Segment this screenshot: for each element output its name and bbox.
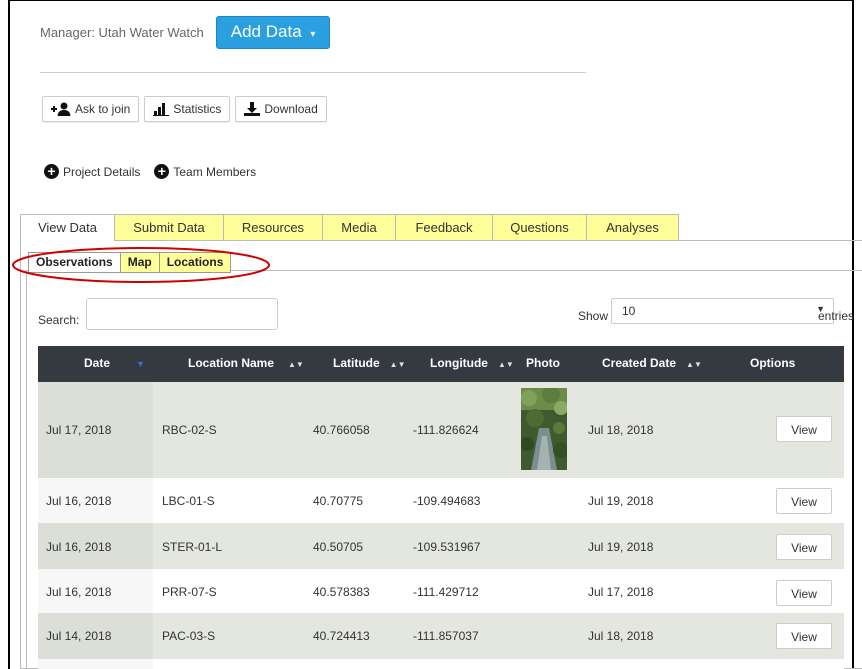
ask-to-join-label: Ask to join	[75, 102, 131, 116]
team-members-label: Team Members	[173, 164, 257, 179]
sort-icon: ▲▼	[389, 360, 406, 369]
manager-label: Manager: Utah Water Watch	[40, 25, 204, 40]
sort-icon: ▲▼	[686, 360, 702, 369]
col-date-label: Date	[84, 356, 111, 370]
ask-to-join-button[interactable]: Ask to join	[42, 96, 140, 122]
annotation-ellipse	[12, 247, 270, 283]
row-longitude: -109.531967	[413, 540, 481, 554]
row-date: Jul 16, 2018	[46, 494, 112, 508]
row-location: LBC-01-S	[162, 494, 215, 508]
download-button[interactable]: Download	[235, 96, 327, 122]
row-created-date: Jul 18, 2018	[588, 629, 654, 643]
tab-questions[interactable]: Questions	[492, 214, 587, 240]
row-location: PAC-03-S	[162, 629, 216, 643]
col-created-date[interactable]: Created Date ▲▼	[602, 346, 702, 382]
table-row: Jul 16, 2018 LBC-01-S 40.70775 -109.4946…	[38, 478, 844, 523]
tab-submit-data[interactable]: Submit Data	[114, 214, 224, 240]
tab-analyses[interactable]: Analyses	[586, 214, 679, 240]
row-latitude: 40.70775	[313, 494, 364, 508]
sort-icon: ▲▼	[497, 360, 514, 369]
divider	[40, 72, 586, 73]
sort-icon: ▲▼	[288, 360, 304, 369]
download-label: Download	[264, 102, 318, 116]
project-links: + Project Details + Team Members	[44, 164, 256, 179]
caret-down-icon: ▾	[310, 29, 316, 40]
bar-chart-icon	[153, 102, 170, 116]
table-row: Jul 16, 2018 STER-01-L 40.50705 -109.531…	[38, 523, 844, 569]
view-button[interactable]: View	[776, 416, 832, 442]
add-data-button[interactable]: Add Data ▾	[215, 16, 331, 49]
search-input[interactable]	[86, 298, 278, 330]
row-longitude: -111.826624	[413, 423, 479, 437]
row-location: PRR-07-S	[162, 585, 217, 599]
download-icon	[244, 102, 261, 116]
plus-circle-icon: +	[44, 164, 59, 179]
date-cell	[38, 659, 153, 669]
table-row	[38, 659, 844, 669]
table-row: Jul 17, 2018 RBC-02-S 40.766058 -111.826…	[38, 382, 844, 478]
search-label: Search:	[38, 313, 80, 327]
row-created-date: Jul 18, 2018	[588, 423, 654, 437]
col-latitude-label: Latitude	[333, 356, 380, 370]
project-details-link[interactable]: + Project Details	[44, 164, 140, 179]
row-created-date: Jul 19, 2018	[588, 494, 654, 508]
col-location-name[interactable]: Location Name ▲▼	[188, 346, 304, 382]
tab-media[interactable]: Media	[322, 214, 396, 240]
toolbar: Ask to join Statistics Download	[42, 96, 327, 122]
view-button[interactable]: View	[776, 488, 832, 514]
entries-select-value: 10	[622, 304, 636, 318]
row-latitude: 40.50705	[313, 540, 364, 554]
col-options: Options	[750, 356, 796, 370]
table-row: Jul 16, 2018 PRR-07-S 40.578383 -111.429…	[38, 569, 844, 613]
team-members-link[interactable]: + Team Members	[154, 164, 256, 179]
row-date: Jul 17, 2018	[46, 423, 112, 437]
row-location: RBC-02-S	[162, 423, 217, 437]
row-longitude: -111.857037	[413, 629, 479, 643]
statistics-label: Statistics	[173, 102, 222, 116]
row-created-date: Jul 19, 2018	[588, 540, 654, 554]
main-tabs: View Data Submit Data Resources Media Fe…	[20, 214, 679, 241]
row-location: STER-01-L	[162, 540, 223, 554]
manager-row: Manager: Utah Water Watch Add Data ▾	[40, 16, 331, 49]
col-photo: Photo	[526, 356, 560, 370]
sort-desc-icon: ▼	[136, 359, 145, 369]
row-longitude: -111.429712	[413, 585, 479, 599]
tab-view-data[interactable]: View Data	[20, 214, 115, 241]
tab-feedback[interactable]: Feedback	[395, 214, 493, 240]
observation-photo[interactable]	[521, 388, 567, 470]
project-details-label: Project Details	[63, 164, 141, 179]
entries-select[interactable]: 10 ▼	[611, 298, 834, 324]
row-date: Jul 16, 2018	[46, 585, 112, 599]
row-date: Jul 14, 2018	[46, 629, 112, 643]
entries-label: entries	[818, 309, 855, 323]
table-row: Jul 14, 2018 PAC-03-S 40.724413 -111.857…	[38, 613, 844, 659]
statistics-button[interactable]: Statistics	[144, 96, 231, 122]
table-header: Date ▼ Location Name ▲▼ Latitude ▲▼ Longitu…	[38, 346, 844, 382]
row-latitude: 40.724413	[313, 629, 370, 643]
view-button[interactable]: View	[776, 534, 832, 560]
col-location-name-label: Location Name	[188, 356, 275, 370]
col-longitude-label: Longitude	[430, 356, 488, 370]
col-latitude[interactable]: Latitude ▲▼	[333, 346, 406, 382]
col-longitude[interactable]: Longitude ▲▼	[430, 346, 514, 382]
col-created-date-label: Created Date	[602, 356, 677, 370]
show-label: Show	[578, 309, 609, 323]
add-user-icon	[51, 102, 71, 116]
col-date[interactable]: Date ▼	[84, 346, 145, 382]
row-latitude: 40.578383	[313, 585, 370, 599]
plus-circle-icon: +	[154, 164, 170, 179]
row-date: Jul 16, 2018	[46, 540, 112, 554]
row-created-date: Jul 17, 2018	[588, 585, 654, 599]
add-data-label: Add Data	[230, 22, 302, 41]
view-button[interactable]: View	[776, 580, 832, 606]
row-latitude: 40.766058	[313, 423, 370, 437]
row-longitude: -109.494683	[413, 494, 481, 508]
tab-resources[interactable]: Resources	[223, 214, 323, 240]
view-button[interactable]: View	[776, 623, 832, 649]
